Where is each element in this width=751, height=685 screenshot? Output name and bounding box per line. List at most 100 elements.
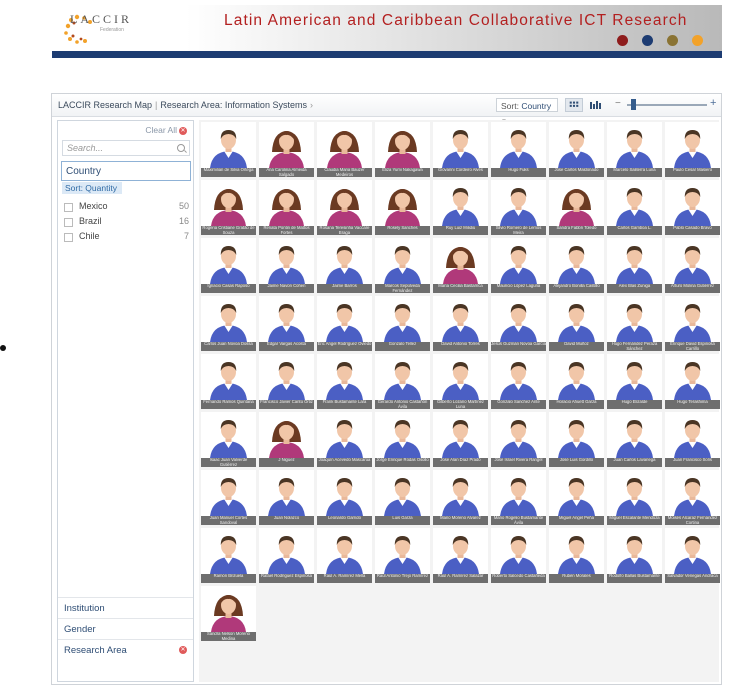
researcher-card[interactable]: Salvador Venegas Andraca <box>665 528 720 583</box>
researcher-card[interactable]: David Antonio Torres <box>433 296 488 351</box>
checkbox[interactable] <box>64 233 73 242</box>
checkbox[interactable] <box>64 218 73 227</box>
researcher-card[interactable]: Maximilian de Silva Ortega <box>201 122 256 177</box>
researcher-card[interactable]: Alejandro Bonilla Castillo <box>549 238 604 293</box>
researcher-card[interactable]: Paulo Cesar Masiero <box>665 122 720 177</box>
researcher-card[interactable]: Francisco Javier Cantú Ortiz <box>259 354 314 409</box>
researcher-card[interactable]: María Cecilia Bastarrica <box>433 238 488 293</box>
researcher-card[interactable]: Jaime Navon Cohen <box>259 238 314 293</box>
researcher-card[interactable]: Arturo Molina Gutiérrez <box>665 238 720 293</box>
breadcrumb-root[interactable]: LACCIR Research Map <box>58 100 152 110</box>
researcher-card[interactable]: Enrique David Espinosa Carrillo <box>665 296 720 351</box>
researcher-card[interactable]: Pablo Casado Bravo <box>665 180 720 235</box>
researcher-card[interactable]: Horacio Ahuett Garza <box>549 354 604 409</box>
researcher-card[interactable]: Jesús Guzmán Novoa García <box>491 296 546 351</box>
researcher-card[interactable]: Raúl A. Ramírez Mella <box>317 528 372 583</box>
researcher-card[interactable]: Hugo Terashima <box>665 354 720 409</box>
researcher-card[interactable]: J Niguez <box>259 412 314 467</box>
search-icon[interactable] <box>177 144 185 152</box>
zoom-slider-handle[interactable] <box>630 99 636 110</box>
researcher-card[interactable]: Giovanni Cordeiro Alves <box>433 122 488 177</box>
researcher-card[interactable]: Ignacio Casas Raposo <box>201 238 256 293</box>
researcher-card[interactable]: Rosely Sanches <box>375 180 430 235</box>
researcher-card[interactable]: Mario Rogelio Bustamante Ávila <box>491 470 546 525</box>
facet-item-count: 50 <box>178 201 189 211</box>
researcher-card[interactable]: Rogeria Cristiane Gratão de Souza <box>201 180 256 235</box>
researcher-name: Gerardo Antonio Castañón Ávila <box>375 400 430 409</box>
researcher-card[interactable]: Carlos Juan Novoa Dossa <box>201 296 256 351</box>
researcher-card[interactable]: Gonzalo Sanchez Ante <box>491 354 546 409</box>
researcher-card[interactable]: Fernando Ramos Quintana <box>201 354 256 409</box>
researcher-card[interactable]: Gonzalo Tellez <box>375 296 430 351</box>
researcher-card[interactable]: Juan Francisco Solís <box>665 412 720 467</box>
breadcrumb-research-area[interactable]: Research Area: Information Systems <box>160 100 307 110</box>
researcher-card[interactable]: Miguel Escalante Mendoza <box>607 470 662 525</box>
researcher-card[interactable]: Leonardo Garrido <box>317 470 372 525</box>
researcher-card[interactable]: Jorge Enrique Rodas Osollo <box>375 412 430 467</box>
researcher-card[interactable]: Jaime Barros <box>317 238 372 293</box>
facet-item-brazil[interactable]: Brazil 16 <box>64 216 189 228</box>
zoom-in-button[interactable]: + <box>710 97 716 109</box>
researcher-card[interactable]: Luis Garza <box>375 470 430 525</box>
researcher-card[interactable]: Ramón Brizuela <box>201 528 256 583</box>
researcher-card[interactable]: Edgar Vargas Acosta <box>259 296 314 351</box>
researcher-card[interactable]: Marcos Sepúlveda Fernández <box>375 238 430 293</box>
clear-filter-icon[interactable]: ✕ <box>179 646 187 654</box>
researcher-card[interactable]: Sandra Fabbri Toledo <box>549 180 604 235</box>
researcher-card[interactable]: Raúl A. Ramírez Salazar <box>433 528 488 583</box>
search-input[interactable]: Search... <box>62 140 190 156</box>
researcher-card[interactable]: Hugo Elizalde <box>607 354 662 409</box>
researcher-card[interactable]: Eric Angel Rodríguez Oviedo <box>317 296 372 351</box>
researcher-card[interactable]: Sandra Nelson Moreno Medina <box>201 586 256 641</box>
researcher-card[interactable]: Ruy Luiz Milidiú <box>433 180 488 235</box>
facet-item-chile[interactable]: Chile 7 <box>64 231 189 243</box>
researcher-card[interactable]: Frank Bustamante Lara <box>317 354 372 409</box>
facet-item-mexico[interactable]: Mexico 50 <box>64 201 189 213</box>
researcher-card[interactable]: Claudia Maria Bauzer Medeiros <box>317 122 372 177</box>
researcher-card[interactable]: Rosana Teresinha Vaccare Braga <box>317 180 372 235</box>
researcher-card[interactable]: Rubén Morales <box>549 528 604 583</box>
facet-institution[interactable]: Institution <box>58 597 193 618</box>
researcher-card[interactable]: Moisés Alcaraz Fernández Cortina <box>665 470 720 525</box>
researcher-card[interactable]: Isaac Juan Valverde Gutiérrez <box>201 412 256 467</box>
researcher-card[interactable]: Hugo Fernández Peraza Sánchez <box>607 296 662 351</box>
researcher-card[interactable]: Gerardo Antonio Castañón Ávila <box>375 354 430 409</box>
zoom-out-button[interactable]: − <box>615 98 621 109</box>
zoom-slider[interactable] <box>627 104 707 106</box>
researcher-card[interactable]: Roberto Salcedo Castañeda <box>491 528 546 583</box>
facet-sort-toggle[interactable]: Sort: Quantity <box>62 182 122 194</box>
researcher-card[interactable]: Miguel Angel Peña <box>549 470 604 525</box>
researcher-card[interactable]: Renata Pontin de Mattos Fortes <box>259 180 314 235</box>
histogram-view-icon[interactable] <box>587 98 605 112</box>
researcher-card[interactable]: Carlos Gamboa L. <box>607 180 662 235</box>
grid-view-icon[interactable] <box>565 98 583 112</box>
researcher-card[interactable]: José Luis Gordillo <box>549 412 604 467</box>
researcher-card[interactable]: Alex Blas Zuniga <box>607 238 662 293</box>
researcher-card[interactable]: José Alan Díaz Prado <box>433 412 488 467</box>
researcher-name: Mario Rogelio Bustamante Ávila <box>491 516 546 525</box>
researcher-card[interactable]: Silvio Romero de Lemos Meira <box>491 180 546 235</box>
checkbox[interactable] <box>64 203 73 212</box>
facet-research-area[interactable]: Research Area ✕ <box>58 639 193 660</box>
sort-dropdown[interactable]: Sort: Country ▼ <box>496 98 558 125</box>
researcher-card[interactable]: Mario Moreno Alvarez <box>433 470 488 525</box>
researcher-card[interactable]: Raúl Antonio Trejo Ramírez <box>375 528 430 583</box>
researcher-card[interactable]: Ana Carolina Almeida Salgado <box>259 122 314 177</box>
researcher-card[interactable]: Eliza Yumi Nakagawa <box>375 122 430 177</box>
researcher-card[interactable]: Juan Nolazco <box>259 470 314 525</box>
researcher-card[interactable]: Joaquín Acevedo Mascarúa <box>317 412 372 467</box>
researcher-card[interactable]: Juan Manuel Cortes Sandoval <box>201 470 256 525</box>
researcher-card[interactable]: Jose Carlos Maldonado <box>549 122 604 177</box>
researcher-card[interactable]: Juan Carlos Lavariega <box>607 412 662 467</box>
facet-gender[interactable]: Gender <box>58 618 193 639</box>
researcher-card[interactable]: Gilberto Lozano Martínez Luna <box>433 354 488 409</box>
researcher-card[interactable]: Hugo Fuks <box>491 122 546 177</box>
facet-country-header[interactable]: Country <box>61 161 191 181</box>
researcher-card[interactable]: José Israel Rivera Rangel <box>491 412 546 467</box>
researcher-card[interactable]: Marcelo Saliterra Luna <box>607 122 662 177</box>
researcher-card[interactable]: Rodolfo Ballas Bustamante <box>607 528 662 583</box>
researcher-card[interactable]: Mauricio López Laguna <box>491 238 546 293</box>
researcher-card[interactable]: Rafael Rodríguez Espinosa <box>259 528 314 583</box>
researcher-card[interactable]: David Muñoz <box>549 296 604 351</box>
clear-all-button[interactable]: Clear All ✕ <box>145 125 187 135</box>
